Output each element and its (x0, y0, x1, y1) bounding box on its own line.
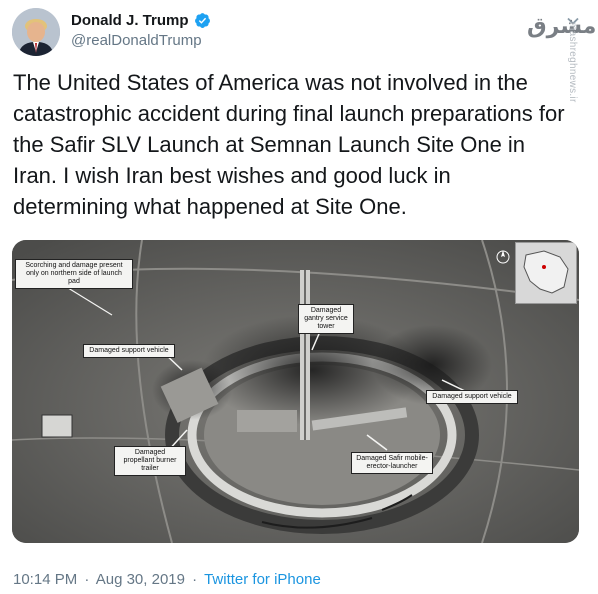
author-display-name[interactable]: Donald J. Trump (71, 12, 189, 29)
iran-location-minimap (515, 242, 577, 304)
tweet-time[interactable]: 10:14 PM (13, 571, 77, 588)
timestamp-separator: · (84, 571, 90, 588)
watermark-text: mashreghnews.ir (567, 22, 578, 103)
tweet-media-image[interactable]: Scorching and damage present only on nor… (12, 240, 579, 543)
tweet-card: Donald J. Trump @realDonaldTrump مشرق ma… (0, 0, 598, 594)
callout-safir-launcher: Damaged Safir mobile-erector-launcher (351, 452, 433, 474)
callout-support-vehicle-left: Damaged support vehicle (83, 344, 175, 358)
author-handle[interactable]: @realDonaldTrump (71, 32, 202, 49)
source-separator: · (192, 571, 198, 588)
callout-scorching: Scorching and damage present only on nor… (15, 259, 133, 289)
iran-map-icon (523, 250, 569, 294)
avatar[interactable] (12, 8, 60, 56)
callout-support-vehicle-right: Damaged support vehicle (426, 390, 518, 404)
callout-damaged-gantry: Damaged gantry service tower (298, 304, 354, 334)
watermark-logo: مشرق (527, 14, 597, 39)
tweet-timestamp: 10:14 PM · Aug 30, 2019 · Twitter for iP… (13, 571, 321, 588)
tweet-date[interactable]: Aug 30, 2019 (96, 571, 185, 588)
tweet-text: The United States of America was not inv… (13, 70, 565, 219)
verified-badge-icon (194, 13, 210, 28)
author-name-row: Donald J. Trump (71, 12, 211, 29)
north-arrow-icon (496, 250, 510, 264)
north-arrow (496, 248, 510, 266)
callout-propellant-trailer: Damaged propellant burner trailer (114, 446, 186, 476)
avatar-photo-icon (12, 8, 60, 56)
tweet-source-link[interactable]: Twitter for iPhone (204, 571, 321, 588)
